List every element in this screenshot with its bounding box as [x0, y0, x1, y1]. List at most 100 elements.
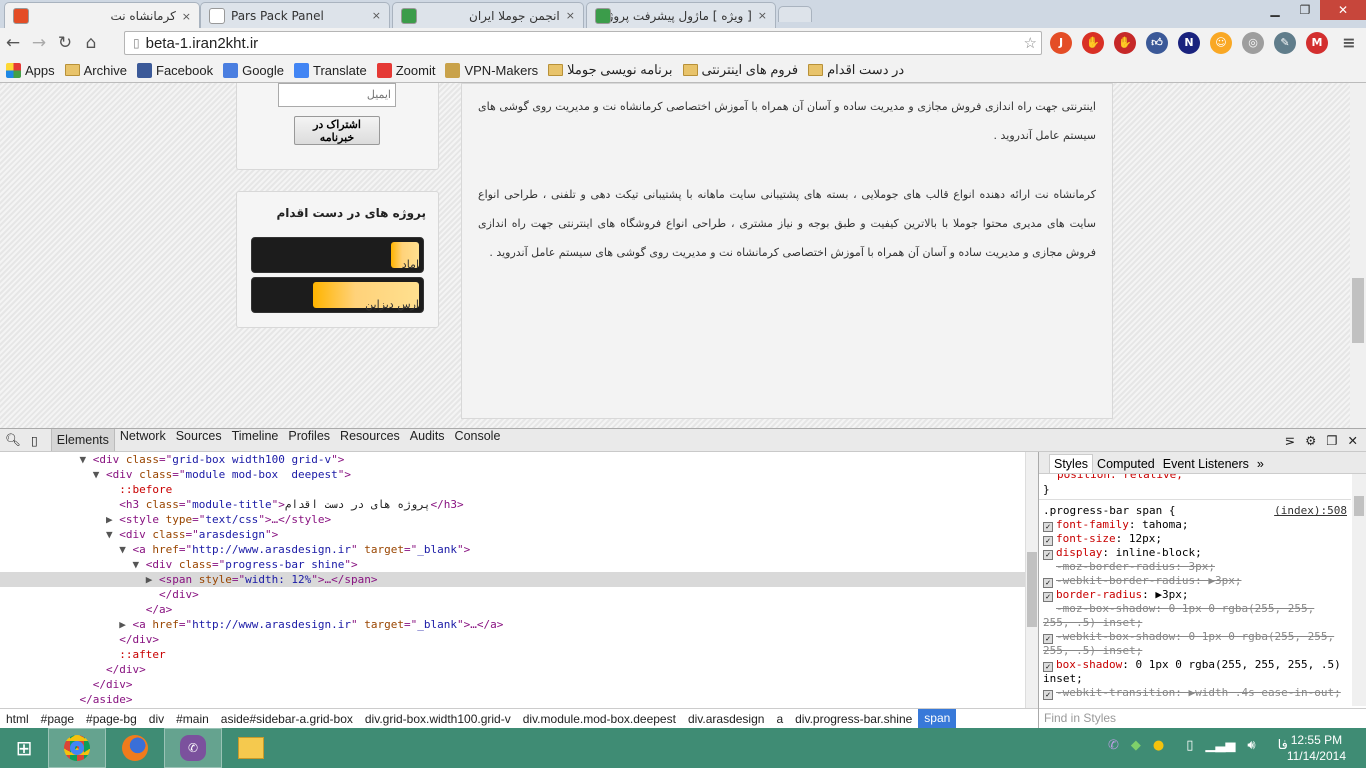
- clock[interactable]: 12:55 PM 11/14/2014: [1287, 732, 1346, 764]
- expand-arrow-icon[interactable]: ▼: [119, 543, 132, 556]
- close-tab-icon[interactable]: ×: [372, 9, 381, 22]
- tab-0[interactable]: کرمانشاه نت ×: [4, 2, 200, 29]
- inspect-icon[interactable]: 🔍︎: [0, 433, 26, 448]
- checkbox[interactable]: ✓: [1043, 522, 1053, 532]
- subscribe-button[interactable]: اشتراک در خبرنامه: [294, 116, 380, 145]
- dom-node[interactable]: </div>: [0, 587, 1025, 602]
- eyedropper-icon[interactable]: ✎: [1274, 32, 1296, 54]
- settings-gear-icon[interactable]: ⚙: [1305, 433, 1316, 448]
- expand-arrow-icon[interactable]: [106, 498, 119, 511]
- dom-node[interactable]: ▼ <div class="arasdesign">: [0, 527, 1025, 542]
- close-devtools-icon[interactable]: ✕: [1348, 433, 1358, 448]
- breadcrumb-item[interactable]: a: [770, 712, 789, 726]
- bookmark-8[interactable]: فروم های اینترنتی: [682, 62, 798, 78]
- close-tab-icon[interactable]: ×: [182, 10, 191, 23]
- styles-scrollbar[interactable]: [1352, 474, 1366, 706]
- dom-node[interactable]: </aside>: [0, 692, 1025, 707]
- menu-icon[interactable]: ≡: [1338, 32, 1360, 54]
- expand-arrow-icon[interactable]: [79, 678, 92, 691]
- expand-arrow-icon[interactable]: ▼: [93, 468, 106, 481]
- dom-node[interactable]: </div>: [0, 662, 1025, 677]
- expand-arrow-icon[interactable]: [132, 603, 145, 616]
- tab-2[interactable]: انجمن جوملا ایران ×: [392, 2, 584, 28]
- dom-node[interactable]: ▼ <div class="module mod-box deepest">: [0, 467, 1025, 482]
- bookmark-5[interactable]: Zoomit: [376, 62, 435, 78]
- expand-arrow-icon[interactable]: ▶: [106, 513, 119, 526]
- chrome-icon[interactable]: ●: [1153, 738, 1164, 753]
- screenshot-icon[interactable]: N: [1178, 32, 1200, 54]
- rule-source-link[interactable]: (index):508: [1274, 504, 1347, 518]
- expand-arrow-icon[interactable]: [106, 648, 119, 661]
- devtools-tab-sources[interactable]: Sources: [171, 429, 227, 451]
- expand-arrow-icon[interactable]: [146, 588, 159, 601]
- breadcrumb-item[interactable]: #main: [170, 712, 215, 726]
- idm-icon[interactable]: ◆: [1131, 738, 1141, 753]
- signal-icon[interactable]: ▁▃▅: [1205, 738, 1235, 753]
- battery-icon[interactable]: ▯: [1186, 738, 1193, 753]
- close-tab-icon[interactable]: ×: [566, 9, 575, 22]
- gmail-icon[interactable]: M: [1306, 32, 1328, 54]
- tab-1[interactable]: Pars Pack Panel ×: [200, 2, 390, 28]
- scroll-thumb[interactable]: [1352, 278, 1364, 343]
- breadcrumb-item[interactable]: aside#sidebar-a.grid-box: [215, 712, 359, 726]
- dom-node[interactable]: ▶ <a href="http://www.arasdesign.ir" tar…: [0, 617, 1025, 632]
- viber-icon[interactable]: ✆: [1108, 738, 1119, 753]
- dom-node[interactable]: ▼ <div class="progress-bar shine">: [0, 557, 1025, 572]
- dom-node[interactable]: ▼ <div class="grid-box width100 grid-v">: [0, 452, 1025, 467]
- styles-tab-1[interactable]: Computed: [1093, 455, 1159, 473]
- expand-arrow-icon[interactable]: [106, 483, 119, 496]
- facebook-like-icon[interactable]: 👍︎: [1146, 32, 1168, 54]
- checkbox[interactable]: ✓: [1043, 578, 1053, 588]
- dom-node[interactable]: </a>: [0, 602, 1025, 617]
- dom-node[interactable]: ::before: [0, 482, 1025, 497]
- checkbox[interactable]: ✓: [1043, 592, 1053, 602]
- joomla-6-icon[interactable]: J: [1050, 32, 1072, 54]
- restore-button[interactable]: ❐: [1290, 0, 1320, 20]
- styles-tab-3[interactable]: »: [1253, 455, 1268, 473]
- expand-arrow-icon[interactable]: ▼: [132, 558, 145, 571]
- expand-arrow-icon[interactable]: [66, 693, 79, 706]
- windows-start-icon[interactable]: ⊞: [0, 728, 48, 768]
- expand-arrow-icon[interactable]: [106, 633, 119, 646]
- adblock-icon[interactable]: ✋: [1082, 32, 1104, 54]
- close-tab-icon[interactable]: ×: [758, 9, 767, 22]
- devtools-tab-network[interactable]: Network: [115, 429, 171, 451]
- firefox-icon[interactable]: [106, 728, 164, 768]
- dom-node[interactable]: </div>: [0, 632, 1025, 647]
- progress-bar-0[interactable]: اماد: [251, 237, 424, 273]
- checkbox[interactable]: ✓: [1043, 634, 1053, 644]
- volume-icon[interactable]: 🔊︎: [1247, 738, 1255, 753]
- device-mode-icon[interactable]: ▯: [26, 433, 43, 448]
- breadcrumb-item[interactable]: span: [918, 709, 957, 728]
- devtools-tab-profiles[interactable]: Profiles: [283, 429, 335, 451]
- expand-arrow-icon[interactable]: ▼: [106, 528, 119, 541]
- bookmark-4[interactable]: Translate: [294, 62, 367, 78]
- bookmark-star-icon[interactable]: ☆: [1024, 34, 1037, 52]
- styles-tab-0[interactable]: Styles: [1049, 454, 1094, 473]
- breadcrumb-item[interactable]: div.grid-box.width100.grid-v: [359, 712, 517, 726]
- dom-node[interactable]: ::after: [0, 647, 1025, 662]
- tab-3[interactable]: [ ویژه ] ماژول پیشرفت پروژه ×: [586, 2, 776, 28]
- bookmark-7[interactable]: برنامه نویسی جوملا: [548, 62, 673, 78]
- bookmark-6[interactable]: VPN-Makers: [445, 62, 538, 78]
- dom-node[interactable]: </div>: [0, 677, 1025, 692]
- emoji-icon[interactable]: ☺: [1210, 32, 1232, 54]
- styles-tab-2[interactable]: Event Listeners: [1159, 455, 1253, 473]
- devtools-tab-timeline[interactable]: Timeline: [227, 429, 284, 451]
- new-tab-button[interactable]: [778, 6, 812, 22]
- file-explorer-icon[interactable]: [222, 728, 280, 768]
- progress-bar-1[interactable]: ارس دیزاین: [251, 277, 424, 313]
- viber-icon[interactable]: ✆: [164, 728, 222, 768]
- page-scrollbar[interactable]: [1350, 83, 1366, 428]
- expand-arrow-icon[interactable]: [93, 663, 106, 676]
- expand-arrow-icon[interactable]: ▶: [119, 618, 132, 631]
- checkbox[interactable]: ✓: [1043, 536, 1053, 546]
- find-in-styles-input[interactable]: Find in Styles: [1039, 708, 1366, 728]
- checkbox[interactable]: ✓: [1043, 550, 1053, 560]
- checkbox[interactable]: ✓: [1043, 662, 1053, 672]
- devtools-tab-console[interactable]: Console: [450, 429, 506, 451]
- stop-icon[interactable]: ✋: [1114, 32, 1136, 54]
- email-input[interactable]: [278, 83, 396, 107]
- bookmark-9[interactable]: در دست اقدام: [808, 62, 904, 78]
- scroll-thumb[interactable]: [1027, 552, 1037, 627]
